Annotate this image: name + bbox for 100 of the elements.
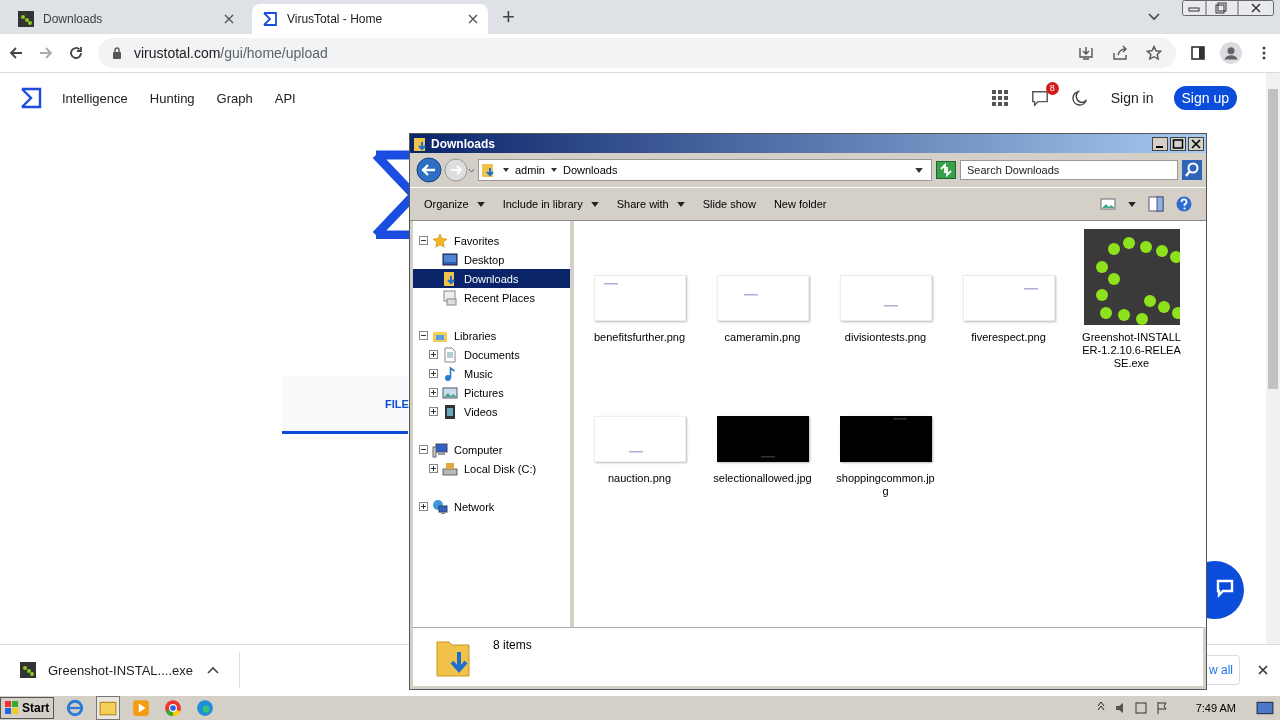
moon-icon[interactable] [1070, 89, 1089, 107]
minimize-button[interactable] [1152, 136, 1168, 151]
file-name[interactable]: divisiontests.png [835, 331, 936, 344]
caret-icon[interactable] [1128, 201, 1136, 207]
back-icon[interactable] [8, 45, 24, 61]
window-title: Downloads [431, 136, 495, 151]
close-icon[interactable] [1258, 665, 1268, 675]
network-icon [432, 498, 448, 515]
dots-icon[interactable] [1083, 229, 1180, 325]
nav-link[interactable]: Intelligence [62, 90, 128, 106]
close-button[interactable] [1188, 136, 1204, 151]
file-name[interactable]: fiverespect.png [958, 331, 1059, 344]
close-icon[interactable] [468, 14, 478, 24]
toolbar-button[interactable]: Share with [608, 198, 693, 210]
item-count: 8 items [493, 638, 532, 652]
toolbar-button[interactable]: Include in library [494, 198, 607, 210]
nav-link[interactable]: Hunting [149, 90, 195, 106]
sigma-logo-icon [370, 149, 409, 239]
profile-icon[interactable] [1220, 42, 1242, 64]
sign-in-link[interactable]: Sign in [1110, 90, 1154, 106]
sign-up-button[interactable]: Sign up [1173, 86, 1237, 110]
nav-link[interactable]: Graph [216, 90, 253, 106]
chat-icon[interactable] [1030, 89, 1049, 107]
preview-pane-icon[interactable] [1148, 196, 1164, 212]
address-field[interactable]: admin Downloads [478, 159, 932, 181]
file-tab[interactable]: FILE [282, 376, 408, 434]
apps-grid-icon[interactable] [990, 89, 1009, 107]
tree-item[interactable]: Libraries [413, 326, 570, 345]
chat-button[interactable] [1207, 561, 1245, 619]
folder-icon[interactable] [96, 696, 121, 720]
chevron-down-icon[interactable] [1148, 13, 1160, 21]
file-name[interactable]: cameramin.png [712, 331, 813, 344]
file-name[interactable]: shoppingcommon.jpg [835, 472, 936, 498]
sigma-logo-icon [262, 11, 278, 27]
app-icon [20, 662, 36, 678]
nav-link[interactable]: API [274, 90, 296, 106]
tree-item[interactable]: Local Disk (C:) [413, 459, 570, 478]
caret-icon[interactable] [550, 168, 557, 172]
view-options-icon[interactable] [1100, 196, 1116, 212]
downloads-folder-icon [413, 135, 429, 152]
expander-icon[interactable] [419, 236, 428, 245]
reload-icon[interactable] [68, 45, 84, 61]
notification-badge: 8 [1045, 82, 1059, 95]
share-icon[interactable] [1112, 45, 1128, 61]
document-icon [442, 346, 458, 363]
close-icon[interactable] [224, 14, 234, 24]
tree-item[interactable]: Favorites [413, 231, 570, 250]
expander-icon[interactable] [429, 350, 438, 359]
tree-item[interactable]: Downloads [413, 269, 570, 288]
caret-up-icon[interactable] [207, 666, 219, 674]
toolbar-button[interactable]: Organize [416, 198, 493, 210]
new-tab-button[interactable]: + [496, 4, 521, 30]
music-icon [442, 365, 458, 382]
tree-item[interactable]: Music [413, 364, 570, 383]
star-icon [432, 232, 448, 249]
tree-item[interactable]: Network [413, 497, 570, 516]
computer-icon [432, 441, 448, 458]
expander-icon[interactable] [429, 407, 438, 416]
toolbar-button[interactable]: Slide show [694, 198, 764, 210]
help-icon[interactable] [1176, 196, 1192, 212]
show-all-button[interactable]: w all [1207, 655, 1240, 685]
star-icon[interactable] [1146, 45, 1162, 61]
expander-icon[interactable] [429, 388, 438, 397]
caret-icon[interactable] [503, 168, 509, 172]
expander-icon[interactable] [419, 331, 428, 340]
install-icon[interactable] [1078, 45, 1094, 61]
browser-tab[interactable]: Downloads [8, 4, 244, 34]
file-name[interactable]: selectionallowed.jpg [712, 472, 813, 485]
breadcrumb-item[interactable]: admin [515, 164, 545, 176]
window-controls-icon[interactable] [1182, 0, 1274, 16]
file-name[interactable]: benefitsfurther.png [589, 331, 690, 344]
breadcrumb-item[interactable]: Downloads [562, 164, 618, 176]
refresh-icon[interactable] [936, 161, 956, 179]
address-bar[interactable]: virustotal.com/gui/home/upload [98, 38, 1176, 68]
maximize-button[interactable] [1170, 136, 1186, 151]
scrollbar[interactable] [1266, 73, 1280, 644]
clock: 7:49 AM [1195, 702, 1236, 714]
tree-item[interactable]: Recent Places [413, 288, 570, 307]
start-button[interactable]: Start [0, 697, 55, 719]
download-item[interactable]: Greenshot-INSTAL....exe [48, 662, 193, 678]
expander-icon[interactable] [429, 369, 438, 378]
sigma-logo-icon[interactable] [20, 87, 42, 109]
expander-icon[interactable] [419, 445, 428, 454]
tree-item[interactable]: Videos [413, 402, 570, 421]
expander-icon[interactable] [419, 502, 428, 511]
file-name[interactable]: nauction.png [589, 472, 690, 485]
search-field[interactable]: Search Downloads [960, 160, 1178, 180]
tree-item[interactable]: Pictures [413, 383, 570, 402]
tree-item[interactable]: Computer [413, 440, 570, 459]
side-panel-icon[interactable] [1190, 45, 1206, 61]
caret-icon[interactable] [915, 167, 923, 173]
toolbar-button[interactable]: New folder [765, 198, 835, 210]
search-icon[interactable] [1182, 160, 1202, 180]
tree-item[interactable]: Desktop [413, 250, 570, 269]
expander-icon[interactable] [429, 464, 438, 473]
tree-item[interactable]: Documents [413, 345, 570, 364]
back-forward-icon[interactable] [416, 157, 474, 183]
file-name[interactable]: Greenshot-INSTALLER-1.2.10.6-RELEASE.exe [1081, 331, 1182, 370]
downloads-icon [442, 270, 458, 287]
browser-tab[interactable]: VirusTotal - Home [252, 4, 488, 34]
